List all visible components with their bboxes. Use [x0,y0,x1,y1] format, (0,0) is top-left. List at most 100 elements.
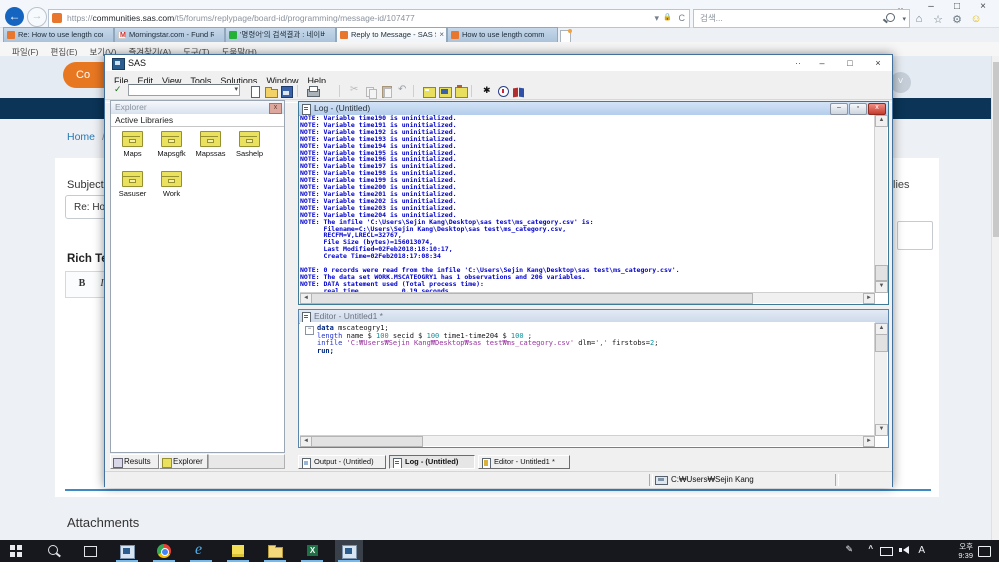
log-vertical-scrollbar[interactable]: ▲ ▼ [874,115,887,293]
home-icon[interactable]: ⌂ [911,13,927,25]
library-item[interactable]: Work [152,169,191,203]
scroll-right-arrow[interactable]: ► [863,293,875,304]
log-restore-button[interactable]: ▫ [849,103,867,115]
print-icon[interactable] [306,85,320,98]
sas-close-button[interactable]: × [870,57,886,69]
search-dropdown-icon[interactable]: ▾ [902,15,906,23]
paste-icon[interactable] [380,85,394,98]
taskbar-start-button[interactable] [2,540,30,562]
library-item[interactable]: Mapsgfk [152,129,191,163]
code-collapse-toggle[interactable]: − [305,326,314,335]
browser-tab[interactable]: Reply to Message - SAS Su...× [336,27,447,42]
dock-tab-explorer[interactable]: Explorer [159,454,208,469]
log-horizontal-scrollbar[interactable]: ◄ ► [300,292,875,303]
browser-tab[interactable]: '명령어'의 검색결과 : 네이버 ... [225,27,336,42]
log-title-bar[interactable]: Log - (Untitled) – ▫ x [299,102,888,116]
address-bar[interactable]: https://communities.sas.com/t5/forums/re… [48,9,690,28]
cut-icon[interactable] [348,85,362,98]
search-input[interactable]: 검색... ▾ [693,9,910,28]
network-icon[interactable] [880,547,893,556]
command-check-icon[interactable]: ✓ [114,84,122,95]
scroll-down-arrow[interactable]: ▼ [875,424,888,436]
tab-close-icon[interactable]: × [439,28,444,41]
window-bar-log-button[interactable]: Log - (Untitled) [389,455,475,469]
taskbar-file-explorer-button[interactable] [261,540,289,562]
sas-title-bar[interactable]: SAS ‥ – □ × [105,55,892,71]
browser-tab[interactable]: Re: How to use length comm... [3,27,114,42]
back-button[interactable]: ← [5,7,24,26]
taskbar-sas-button[interactable] [113,540,141,562]
log-close-button[interactable]: x [868,103,886,115]
browser-minimize-button[interactable]: – [921,1,941,13]
sas-maximize-button[interactable]: □ [842,57,858,69]
favorites-star-icon[interactable]: ☆ [930,13,946,26]
new-icon[interactable] [248,85,262,98]
refresh-icon[interactable]: C [679,10,686,26]
volume-icon[interactable] [903,546,909,554]
undo-icon[interactable] [396,85,410,98]
editor-content[interactable]: − data mscateogry1;length name $ 100 sec… [300,322,875,436]
taskbar-task-view-button[interactable] [76,540,104,562]
ime-indicator[interactable]: A [918,545,925,556]
sas-explorer-icon[interactable] [438,85,452,98]
feedback-smiley-icon[interactable]: ☺ [968,13,984,25]
settings-gear-icon[interactable]: ⚙ [949,13,965,26]
library-item[interactable]: Mapssas [191,129,230,163]
clock[interactable]: 오후 9:39 2018-02-02 [954,542,973,562]
dock-tab-results[interactable]: Results [110,454,159,469]
page-scrollbar-thumb[interactable] [993,62,999,237]
log-hscroll-thumb[interactable] [311,293,753,304]
copy-icon[interactable] [364,85,378,98]
search-icon[interactable] [886,13,895,22]
log-content[interactable]: NOTE: Variable time190 is uninitialized.… [300,115,875,293]
replies-box[interactable] [897,221,933,250]
editor-vscroll-thumb[interactable] [875,334,888,352]
open-icon[interactable] [264,85,278,98]
sas-icon [342,544,356,558]
taskbar-chrome-button[interactable] [150,540,178,562]
action-center-icon[interactable] [978,546,991,557]
editor-hscroll-thumb[interactable] [311,436,423,447]
log-minimize-button[interactable]: – [830,103,848,115]
taskbar-sticky-notes-button[interactable] [224,540,252,562]
sas-minimize-button[interactable]: – [814,57,830,69]
help-books-icon[interactable] [512,85,526,98]
new-library-icon[interactable] [422,85,436,98]
pen-tray-icon[interactable]: ✎ [845,544,853,555]
forward-button[interactable]: → [27,7,47,27]
bold-button[interactable]: B [74,276,90,292]
save-icon[interactable] [280,85,294,98]
tray-chevron-icon[interactable]: ^ [868,544,873,553]
window-bar-editor-button[interactable]: Editor - Untitled1 * [478,455,570,469]
browser-close-button[interactable]: × [973,1,993,13]
taskbar-internet-explorer-button[interactable] [187,540,215,562]
autocomplete-dropdown-icon[interactable]: ▾ [654,10,659,26]
history-icon[interactable] [496,85,510,98]
favorite-folders-icon[interactable] [454,85,468,98]
taskbar-search-button[interactable] [39,540,67,562]
explorer-close-button[interactable]: x [269,103,282,114]
log-vscroll-thumb[interactable] [875,265,888,281]
window-bar-output-button[interactable]: Output - (Untitled) [298,455,386,469]
editor-horizontal-scrollbar[interactable]: ◄ ► [300,435,875,446]
taskbar-sas-button[interactable] [335,540,363,562]
breadcrumb-home-link[interactable]: Home [67,131,95,143]
library-item[interactable]: Sasuser [113,169,152,203]
editor-vertical-scrollbar[interactable]: ▲ ▼ [874,323,887,436]
print-preview-icon[interactable] [322,85,336,98]
library-item[interactable]: Sashelp [230,129,269,163]
browser-maximize-button[interactable]: □ [947,1,967,13]
scroll-down-arrow[interactable]: ▼ [875,281,888,293]
scroll-right-arrow[interactable]: ► [863,436,875,447]
library-icon [200,131,221,147]
explorer-title-bar[interactable]: Explorer x [111,101,284,115]
browser-tab[interactable]: How to use length comm ... [447,27,558,42]
command-combobox[interactable] [128,84,240,96]
chevron-down-icon[interactable]: ˅ [890,72,911,93]
library-item[interactable]: Maps [113,129,152,163]
taskbar-excel-button[interactable] [298,540,326,562]
scroll-up-arrow[interactable]: ▲ [875,115,888,127]
submit-icon[interactable] [480,85,494,98]
browser-tab[interactable]: Morningstar.com - Fund Retu... [114,27,225,42]
page-scrollbar[interactable] [991,56,999,540]
